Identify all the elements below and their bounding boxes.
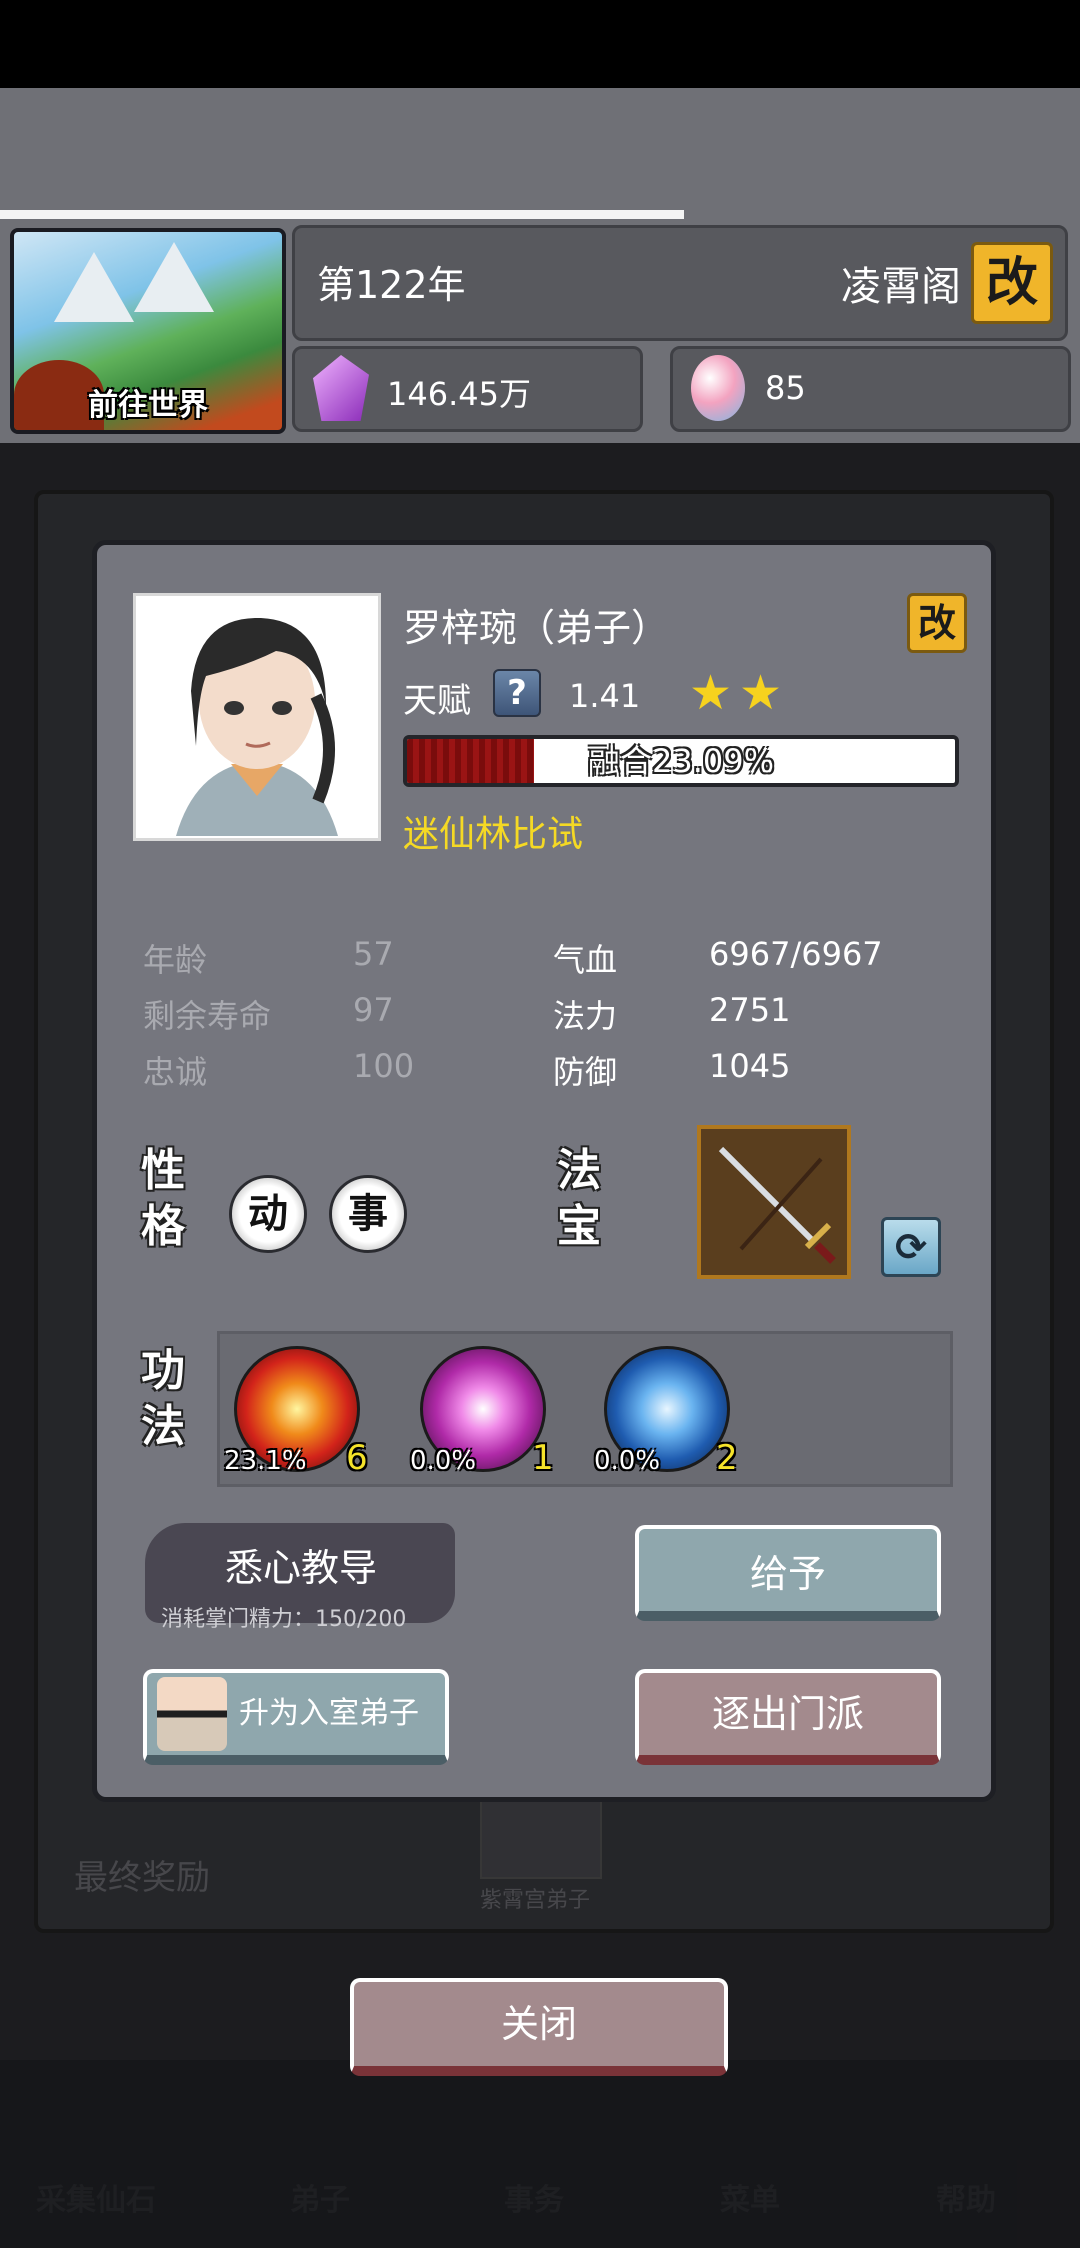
stat-age-label: 年龄 [143,941,208,979]
stat-loyalty-label: 忠诚 [143,1053,208,1091]
skill-level: 1 [532,1438,554,1478]
teach-cost-label: 消耗掌门精力：150/200 [161,1607,407,1632]
give-button[interactable]: 给予 [635,1525,941,1621]
disciple-portrait [133,593,381,841]
stat-mana-value: 2751 [709,991,791,1029]
talent-help-icon[interactable]: ? [493,669,541,717]
close-button[interactable]: 关闭 [350,1978,728,2076]
talent-label: 天赋 [403,681,471,721]
gem-panel: 85 [670,346,1071,432]
skills-title-2: 法 [141,1401,185,1452]
year-panel: 第122年 凌霄阁 改 [292,225,1068,341]
stat-mana-label: 法力 [553,997,618,1035]
stat-loyalty-value: 100 [353,1047,415,1085]
gem-icon [691,355,745,421]
fusion-progress-label: 融合23.09% [587,742,775,780]
rename-sect-button[interactable]: 改 [971,242,1053,324]
personality-title-2: 格 [141,1201,185,1252]
trait-badge[interactable]: 事 [329,1175,407,1253]
spirit-stone-panel: 146.45万 [292,346,643,432]
mountain-icon [54,252,134,322]
sword-icon [718,1146,836,1264]
stat-hp-label: 气血 [553,941,618,979]
disciple-detail-dialog: 罗梓琬（弟子） 改 天赋 ? 1.41 ★ ★ 融合23.09% 迷仙林比试 年… [92,540,996,1802]
talent-value: 1.41 [569,677,641,715]
refresh-treasure-button[interactable]: ⟳ [881,1217,941,1277]
trait-badge[interactable]: 动 [229,1175,307,1253]
promote-button[interactable]: 升为入室弟子 [143,1669,449,1765]
stat-lifespan-value: 97 [353,991,394,1029]
teach-button-label: 悉心教导 [224,1546,377,1590]
star-icon: ★ [739,665,783,721]
gem-count: 85 [765,369,806,407]
skill-progress: 0.0% [410,1446,477,1476]
load-progress [0,210,684,219]
disciple-name: 罗梓琬（弟子） [403,606,670,650]
current-event-label: 迷仙林比试 [403,814,584,855]
skill-progress: 23.1% [224,1446,307,1476]
skill-progress: 0.0% [594,1446,661,1476]
fusion-progress-bar: 融合23.09% [403,735,959,787]
treasure-slot[interactable] [697,1125,851,1279]
treasure-title-2: 宝 [557,1201,601,1252]
world-map-button[interactable]: 前往世界 [10,228,286,434]
treasure-title-1: 法 [557,1145,601,1196]
skill-level: 6 [346,1438,368,1478]
stat-lifespan-label: 剩余寿命 [143,997,272,1035]
skills-panel: 23.1% 6 0.0% 1 0.0% 2 [217,1331,953,1487]
year-label: 第122年 [317,263,466,307]
sect-name: 凌霄阁 [841,264,961,310]
spirit-stone-count: 146.45万 [387,375,531,413]
expel-button[interactable]: 逐出门派 [635,1669,941,1765]
status-bar [0,0,1080,88]
skills-title-1: 功 [141,1345,185,1396]
mountain-icon [134,242,214,312]
stat-defense-value: 1045 [709,1047,791,1085]
star-icon: ★ [689,665,733,721]
stat-defense-label: 防御 [553,1053,618,1091]
stat-age-value: 57 [353,935,394,973]
skill-level: 2 [716,1438,738,1478]
stat-hp-value: 6967/6967 [709,935,883,973]
crystal-icon [313,355,369,421]
world-button-label: 前往世界 [88,388,208,423]
personality-title-1: 性 [141,1145,185,1196]
promote-button-label: 升为入室弟子 [239,1696,419,1731]
refresh-icon: ⟳ [895,1225,927,1269]
rename-disciple-button[interactable]: 改 [907,593,967,653]
promote-avatar-icon [157,1677,227,1751]
